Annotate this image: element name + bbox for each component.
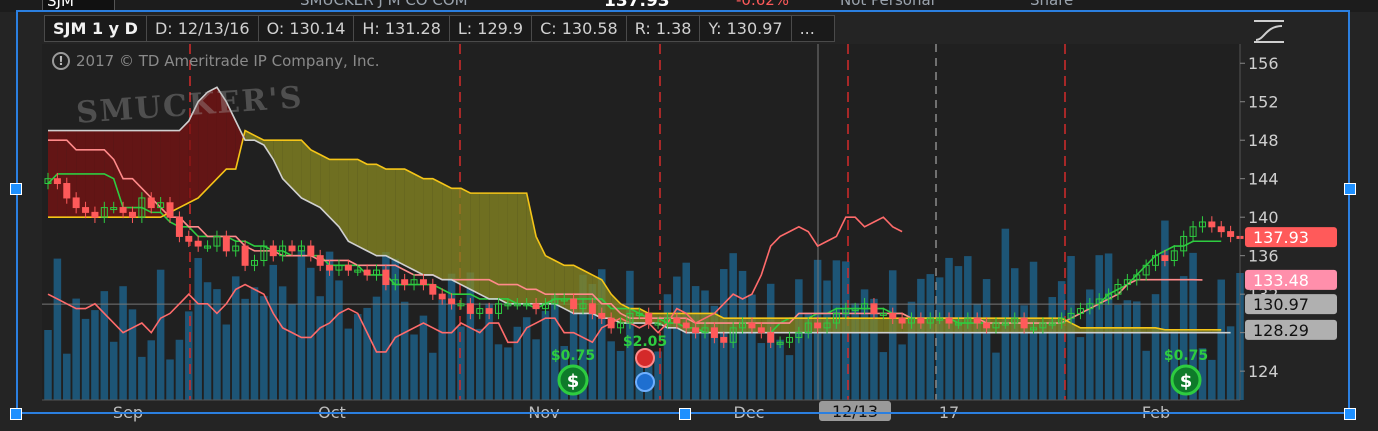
resize-handle-bottom[interactable] bbox=[679, 408, 691, 420]
resize-handle-right[interactable] bbox=[1344, 183, 1356, 195]
resize-handle-bottom-left[interactable] bbox=[10, 408, 22, 420]
resize-handle-left[interactable] bbox=[10, 183, 22, 195]
resize-handle-bottom-right[interactable] bbox=[1344, 408, 1356, 420]
selection-frame bbox=[16, 10, 1350, 414]
